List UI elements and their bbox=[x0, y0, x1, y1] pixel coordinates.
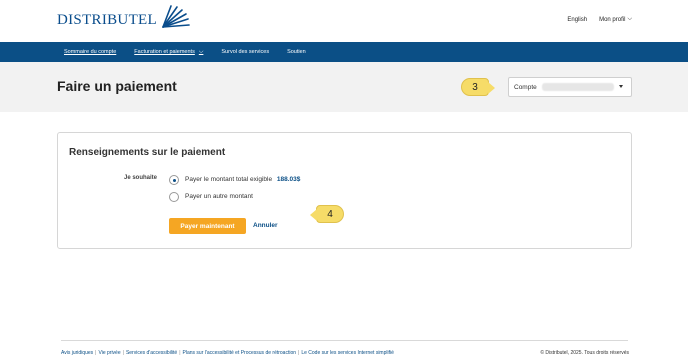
header: DISTRIBUTEL English Mon profil ⌵ bbox=[0, 0, 688, 42]
top-links: English Mon profil ⌵ bbox=[567, 16, 632, 23]
profile-menu[interactable]: Mon profil ⌵ bbox=[599, 16, 632, 23]
main-nav: Sommaire du compte Facturation et paieme… bbox=[0, 42, 688, 62]
pay-now-button[interactable]: Payer maintenant bbox=[169, 218, 246, 234]
footer-link-legal[interactable]: Avis juridiques bbox=[61, 350, 93, 356]
footer-link-accessibility-services[interactable]: Services d'accessibilité bbox=[126, 350, 177, 356]
footer-separator: | bbox=[95, 350, 97, 356]
option-pay-full-label: Payer le montant total exigible bbox=[185, 176, 273, 183]
nav-item-billing-payments[interactable]: Facturation et paiements ⌵ bbox=[134, 49, 203, 56]
chevron-down-icon: ⌵ bbox=[198, 48, 204, 55]
amount-due: 188.03$ bbox=[276, 176, 301, 183]
step-callout-3: 3 bbox=[461, 78, 495, 96]
radio-pay-other[interactable] bbox=[169, 192, 179, 202]
dropdown-caret-icon bbox=[619, 85, 623, 88]
footer-link-internet-code[interactable]: Le Code sur les services Internet simpli… bbox=[301, 350, 394, 356]
option-pay-full[interactable]: Payer le montant total exigible 188.03$ bbox=[185, 176, 300, 183]
logo-sunburst-icon bbox=[162, 5, 190, 28]
footer-copyright: © Distributel, 2025. Tous droits réservé… bbox=[540, 350, 629, 356]
distributel-logo[interactable]: DISTRIBUTEL bbox=[57, 5, 191, 31]
wish-label: Je souhaite bbox=[124, 175, 158, 181]
footer-links: Avis juridiques | Vie privée | Services … bbox=[61, 350, 394, 356]
account-number-redacted bbox=[541, 83, 614, 91]
payment-card: Renseignements sur le paiement Je souhai… bbox=[57, 132, 632, 249]
nav-item-support[interactable]: Soutien bbox=[287, 49, 306, 55]
cancel-link[interactable]: Annuler bbox=[253, 222, 278, 229]
radio-pay-full[interactable] bbox=[169, 175, 179, 185]
page-title: Faire un paiement bbox=[57, 78, 177, 94]
account-select-label: Compte bbox=[514, 83, 537, 91]
footer-separator: | bbox=[122, 350, 124, 356]
footer-link-accessibility-plans[interactable]: Plans sur l'accessibilité et Processus d… bbox=[183, 350, 297, 356]
language-link[interactable]: English bbox=[567, 17, 587, 23]
nav-item-billing-label: Facturation et paiements bbox=[134, 49, 195, 55]
option-pay-other-label[interactable]: Payer un autre montant bbox=[185, 193, 253, 200]
profile-label: Mon profil bbox=[599, 16, 626, 23]
step-callout-4: 4 bbox=[310, 205, 344, 223]
footer-separator: | bbox=[298, 350, 300, 356]
logo-text: DISTRIBUTEL bbox=[57, 11, 157, 28]
chevron-down-icon: ⌵ bbox=[627, 16, 632, 22]
account-select[interactable]: Compte bbox=[508, 77, 632, 97]
footer-separator: | bbox=[179, 350, 181, 356]
payment-section-title: Renseignements sur le paiement bbox=[69, 147, 226, 158]
footer-link-privacy[interactable]: Vie privée bbox=[98, 350, 120, 356]
nav-item-services-overview[interactable]: Survol des services bbox=[221, 49, 269, 55]
nav-item-account-summary[interactable]: Sommaire du compte bbox=[64, 49, 116, 55]
footer-divider bbox=[61, 340, 628, 341]
